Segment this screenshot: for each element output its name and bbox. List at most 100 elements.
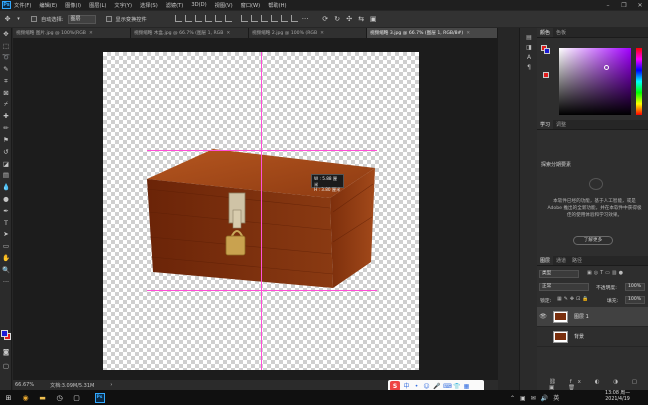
doc-tab[interactable]: 视频缩略 2.jpg @ 100% (RGB ✕	[249, 28, 367, 38]
menu-file[interactable]: 文件(F)	[14, 2, 31, 9]
vertical-guide[interactable]	[261, 52, 262, 370]
menu-3d[interactable]: 3D(D)	[191, 2, 206, 8]
dodge-tool-icon[interactable]: ●	[0, 193, 12, 205]
horizontal-guide[interactable]	[147, 290, 377, 291]
tab-adjustments[interactable]: 调整	[553, 120, 569, 129]
tab-paths[interactable]: 路径	[569, 256, 585, 265]
more-tools-icon[interactable]: ···	[0, 276, 12, 288]
menu-window[interactable]: 窗口(W)	[241, 2, 261, 9]
file-explorer-icon[interactable]: ▬	[34, 390, 51, 405]
windows-start-icon[interactable]: ⊞	[0, 390, 17, 405]
auto-select-dropdown[interactable]: 图层	[67, 14, 96, 24]
tab-learn[interactable]: 学习	[537, 120, 554, 129]
history-icon[interactable]: ▤	[520, 32, 538, 42]
distribute-center-icon[interactable]	[280, 14, 288, 22]
tab-layers[interactable]: 图层	[537, 256, 554, 265]
eraser-tool-icon[interactable]: ◪	[0, 158, 12, 170]
chevron-down-icon[interactable]: ▾	[16, 15, 21, 24]
3d-scale-icon[interactable]: ▣	[369, 15, 378, 24]
menu-edit[interactable]: 编辑(E)	[39, 2, 57, 9]
maximize-icon[interactable]: ❐	[616, 0, 632, 10]
3d-orbit-icon[interactable]: ⟳	[321, 15, 330, 24]
brush-tool-icon[interactable]: ✏	[0, 122, 12, 134]
gamut-warning-swatch[interactable]	[543, 72, 549, 78]
align-right-icon[interactable]	[224, 14, 232, 22]
layer-filter-kind[interactable]: 类型	[539, 270, 579, 278]
eye-icon[interactable]: 👁	[537, 313, 549, 320]
align-top-icon[interactable]	[174, 14, 182, 22]
more-icon[interactable]: ···	[301, 15, 310, 24]
path-select-tool-icon[interactable]: ➤	[0, 229, 12, 241]
menu-filter[interactable]: 滤镜(T)	[166, 2, 184, 9]
align-left-icon[interactable]	[204, 14, 212, 22]
menu-view[interactable]: 视图(V)	[215, 2, 233, 9]
menu-help[interactable]: 帮助(H)	[268, 2, 286, 9]
gradient-tool-icon[interactable]: ▤	[0, 170, 12, 182]
tab-channels[interactable]: 通道	[553, 256, 569, 265]
move-tool-icon[interactable]: ✥	[3, 15, 12, 24]
close-icon[interactable]: ✕	[466, 31, 470, 36]
hue-slider[interactable]	[636, 48, 642, 115]
doc-tab-active[interactable]: 视频缩略 3.jpg @ 66.7% (图层 1, RGB/8#) ✕	[367, 28, 498, 38]
doc-tab[interactable]: 视频缩略 图片.jpg @ 100%(RGB ✕	[13, 28, 131, 38]
show-transform-checkbox[interactable]	[105, 16, 112, 22]
distribute-top-icon[interactable]	[240, 14, 248, 22]
blur-tool-icon[interactable]: 💧	[0, 181, 12, 193]
color-picker-ring[interactable]	[604, 65, 609, 70]
distribute-right-icon[interactable]	[290, 14, 298, 22]
close-icon[interactable]: ✕	[320, 31, 324, 36]
layer-row[interactable]: 背景	[537, 327, 648, 347]
learn-more-button[interactable]: 了解更多	[573, 236, 613, 245]
minimize-icon[interactable]: –	[600, 0, 616, 10]
healing-brush-tool-icon[interactable]: ✚	[0, 111, 12, 123]
app-icon[interactable]: ▢	[68, 390, 85, 405]
paragraph-icon[interactable]: ¶	[520, 62, 538, 72]
frame-tool-icon[interactable]: ⊠	[0, 87, 12, 99]
layer-name[interactable]: 图层 1	[574, 313, 589, 320]
history-brush-tool-icon[interactable]: ↺	[0, 146, 12, 158]
ime-punct-icon[interactable]: •	[413, 383, 420, 390]
ime-skin-icon[interactable]: 👕	[453, 383, 460, 390]
screen-mode-icon[interactable]: ▢	[0, 360, 12, 372]
tab-swatches[interactable]: 色板	[553, 28, 569, 37]
auto-select-checkbox[interactable]	[31, 16, 37, 22]
3d-slide-icon[interactable]: ⇆	[357, 15, 366, 24]
tab-color[interactable]: 颜色	[537, 28, 554, 37]
clock-app-icon[interactable]: ◷	[51, 390, 68, 405]
taskbar-clock[interactable]: 13:08 周一 2021/4/19	[605, 391, 630, 403]
blend-mode-dropdown[interactable]: 正常	[539, 283, 589, 291]
foreground-color-swatch[interactable]	[1, 330, 8, 337]
close-icon[interactable]: ✕	[226, 31, 230, 36]
ime-chinese-icon[interactable]: 中	[403, 383, 410, 390]
photoshop-taskbar-icon[interactable]: Ps	[91, 390, 108, 405]
horizontal-guide[interactable]	[147, 150, 377, 151]
type-tool-icon[interactable]: T	[0, 217, 12, 229]
align-middle-icon[interactable]	[184, 14, 192, 22]
properties-icon[interactable]: ◨	[520, 42, 538, 52]
distribute-left-icon[interactable]	[270, 14, 278, 22]
quick-select-tool-icon[interactable]: ✎	[0, 63, 12, 75]
color-field[interactable]	[559, 48, 631, 115]
chrome-icon[interactable]: ◉	[17, 390, 34, 405]
chevron-right-icon[interactable]: ›	[110, 382, 112, 388]
eyedropper-tool-icon[interactable]: ⌿	[0, 99, 12, 111]
align-bottom-icon[interactable]	[194, 14, 202, 22]
lasso-tool-icon[interactable]: ➰	[0, 52, 12, 64]
crop-tool-icon[interactable]: ⌗	[0, 75, 12, 87]
ime-mic-icon[interactable]: 🎤	[433, 383, 440, 390]
3d-roll-icon[interactable]: ↻	[333, 15, 342, 24]
menu-image[interactable]: 图像(I)	[65, 2, 81, 9]
opacity-field[interactable]: 100%	[625, 283, 645, 291]
marquee-tool-icon[interactable]: ⬚	[0, 40, 12, 52]
lock-icons[interactable]: ▦✎✥⊡🔒	[557, 296, 591, 302]
clone-stamp-tool-icon[interactable]: ⚑	[0, 134, 12, 146]
zoom-tool-icon[interactable]: 🔍	[0, 264, 12, 276]
distribute-bottom-icon[interactable]	[260, 14, 268, 22]
close-icon[interactable]: ✕	[632, 0, 648, 10]
zoom-level[interactable]: 66.67%	[15, 382, 34, 388]
align-center-icon[interactable]	[214, 14, 222, 22]
ime-tools-icon[interactable]: ▦	[463, 383, 470, 390]
ime-emoji-icon[interactable]: ☺	[423, 383, 430, 390]
layer-filter-icons[interactable]: ▣◎T▭▥●	[587, 270, 625, 276]
menu-type[interactable]: 文字(Y)	[114, 2, 132, 9]
